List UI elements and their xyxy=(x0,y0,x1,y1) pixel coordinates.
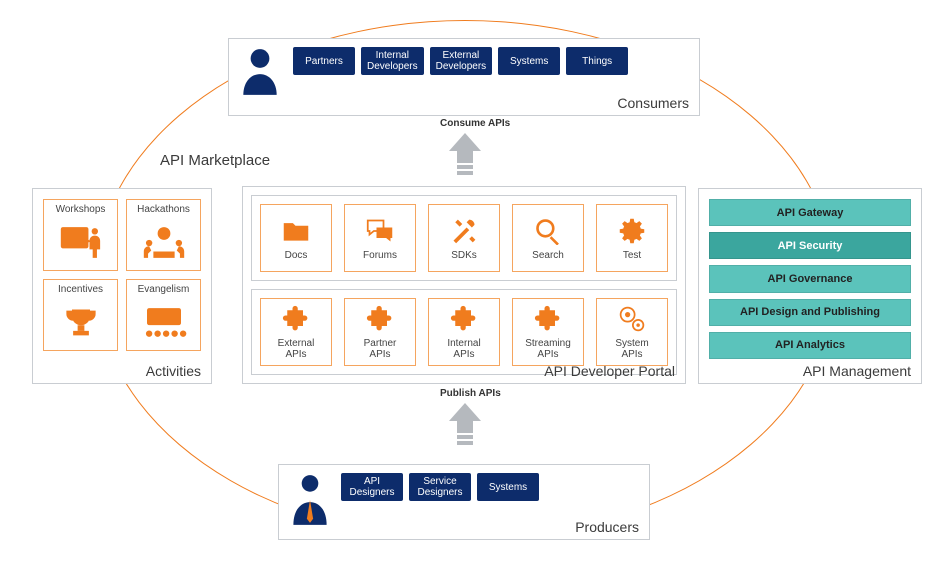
consume-arrow-label: Consume APIs xyxy=(440,118,490,129)
mgmt-analytics: API Analytics xyxy=(709,332,911,359)
card-partner-apis: Partner APIs xyxy=(344,298,416,366)
card-sdks-label: SDKs xyxy=(451,250,477,261)
producer-service-designers: Service Designers xyxy=(409,473,471,501)
folder-icon xyxy=(281,216,311,246)
arrow-up-icon xyxy=(447,403,483,447)
publish-arrow: Publish APIs xyxy=(440,388,490,447)
activity-hackathons-label: Hackathons xyxy=(137,204,190,215)
consumer-external-devs: External Developers xyxy=(430,47,493,75)
producer-systems: Systems xyxy=(477,473,539,501)
consumers-title: Consumers xyxy=(617,95,689,111)
card-search: Search xyxy=(512,204,584,272)
chat-icon xyxy=(365,216,395,246)
consumers-panel: Partners Internal Developers External De… xyxy=(228,38,700,116)
card-internal-apis-label: Internal APIs xyxy=(447,338,480,360)
puzzle-icon xyxy=(365,304,395,334)
activity-workshops: Workshops xyxy=(43,199,118,271)
activity-workshops-label: Workshops xyxy=(56,204,106,215)
activity-hackathons: Hackathons xyxy=(126,199,201,271)
audience-icon xyxy=(129,298,198,348)
search-icon xyxy=(533,216,563,246)
portal-row-tools: Docs Forums SDKs Search Test xyxy=(251,195,677,281)
arrow-up-icon xyxy=(447,133,483,177)
activity-evangelism: Evangelism xyxy=(126,279,201,351)
card-forums-label: Forums xyxy=(363,250,397,261)
producers-panel: API Designers Service Designers Systems … xyxy=(278,464,650,540)
activities-title: Activities xyxy=(146,363,201,379)
consumer-partners: Partners xyxy=(293,47,355,75)
portal-title: API Developer Portal xyxy=(544,363,675,379)
card-forums: Forums xyxy=(344,204,416,272)
activity-incentives: Incentives xyxy=(43,279,118,351)
gears-icon xyxy=(617,304,647,334)
consumer-internal-devs: Internal Developers xyxy=(361,47,424,75)
activity-incentives-label: Incentives xyxy=(58,284,103,295)
consumer-things: Things xyxy=(566,47,628,75)
card-docs: Docs xyxy=(260,204,332,272)
card-system-apis: System APIs xyxy=(596,298,668,366)
card-streaming-apis: Streaming APIs xyxy=(512,298,584,366)
card-search-label: Search xyxy=(532,250,564,261)
consumer-systems: Systems xyxy=(498,47,560,75)
card-external-apis-label: External APIs xyxy=(278,338,315,360)
card-sdks: SDKs xyxy=(428,204,500,272)
card-internal-apis: Internal APIs xyxy=(428,298,500,366)
management-title: API Management xyxy=(803,363,911,379)
trophy-icon xyxy=(46,298,115,348)
presentation-icon xyxy=(46,218,115,268)
mgmt-design-publishing: API Design and Publishing xyxy=(709,299,911,326)
producers-title: Producers xyxy=(575,519,639,535)
producers-chip-row: API Designers Service Designers Systems xyxy=(341,473,539,501)
consume-arrow: Consume APIs xyxy=(440,118,490,177)
puzzle-icon xyxy=(281,304,311,334)
developer-portal-panel: Docs Forums SDKs Search Test xyxy=(242,186,686,384)
card-external-apis: External APIs xyxy=(260,298,332,366)
mgmt-security: API Security xyxy=(709,232,911,259)
consumers-chip-row: Partners Internal Developers External De… xyxy=(293,47,628,75)
card-partner-apis-label: Partner APIs xyxy=(364,338,397,360)
card-test: Test xyxy=(596,204,668,272)
team-icon xyxy=(129,218,198,268)
api-management-panel: API Gateway API Security API Governance … xyxy=(698,188,922,384)
activities-panel: Workshops Hackathons Incentives Evangeli… xyxy=(32,188,212,384)
marketplace-label: API Marketplace xyxy=(160,152,270,169)
card-test-label: Test xyxy=(623,250,641,261)
card-docs-label: Docs xyxy=(285,250,308,261)
gear-icon xyxy=(617,216,647,246)
person-icon xyxy=(239,47,285,100)
publish-arrow-label: Publish APIs xyxy=(440,388,490,399)
producer-api-designers: API Designers xyxy=(341,473,403,501)
puzzle-icon xyxy=(449,304,479,334)
card-system-apis-label: System APIs xyxy=(615,338,648,360)
puzzle-icon xyxy=(533,304,563,334)
card-streaming-apis-label: Streaming APIs xyxy=(525,338,571,360)
activity-evangelism-label: Evangelism xyxy=(138,284,190,295)
mgmt-gateway: API Gateway xyxy=(709,199,911,226)
mgmt-governance: API Governance xyxy=(709,265,911,292)
person-tie-icon xyxy=(289,473,331,530)
tools-icon xyxy=(449,216,479,246)
